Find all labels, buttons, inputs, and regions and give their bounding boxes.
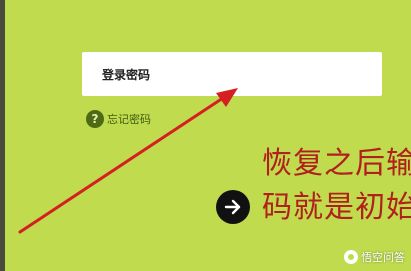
arrow-right-icon [224,199,241,215]
annotation-text: 恢复之后输 码就是初始 [262,142,411,230]
watermark-text: 悟空问答 [361,251,405,264]
forgot-password-label: 忘记密码 [107,113,151,126]
password-field-label: 登录密码 [102,67,151,82]
password-field[interactable]: 登录密码 [82,52,382,96]
watermark: 悟空问答 [344,249,405,265]
question-mark-icon: ? [86,110,104,128]
annotation-line-2: 码就是初始 [262,190,411,225]
annotation-arrow [18,88,238,234]
left-edge-strip [0,0,5,271]
annotation-line-1: 恢复之后输 [262,146,411,181]
forgot-password-link[interactable]: ? 忘记密码 [86,110,151,128]
wukong-logo-icon [344,250,358,264]
next-button[interactable] [216,190,250,224]
